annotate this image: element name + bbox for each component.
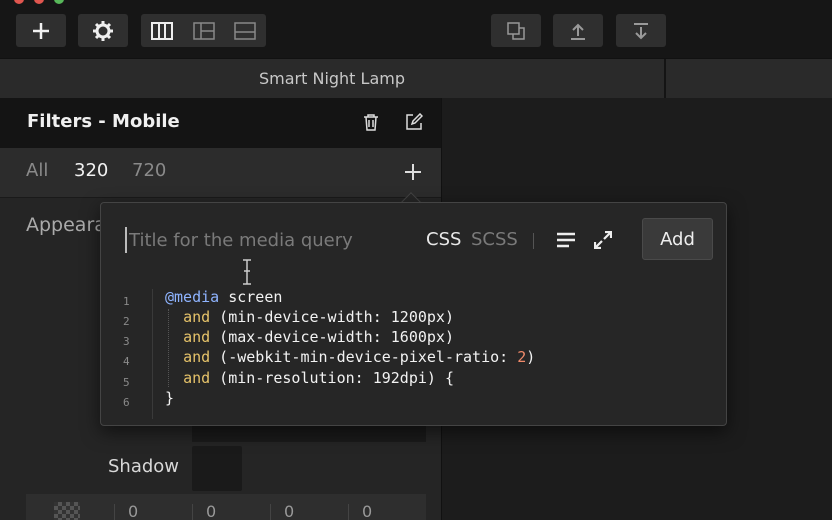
maximize-window-button[interactable]	[54, 0, 64, 4]
code-line: and (min-resolution: 192dpi) {	[165, 368, 454, 388]
divider	[270, 504, 271, 520]
text-cursor-icon	[243, 259, 251, 285]
upload-button[interactable]	[553, 14, 603, 47]
at-rule-keyword: @media	[165, 288, 220, 306]
document-tab-bar: Smart Night Lamp	[0, 58, 832, 99]
code-line: @media screen	[165, 287, 282, 307]
shadow-label: Shadow	[108, 456, 180, 477]
add-button[interactable]	[16, 14, 66, 47]
line-number: 6	[123, 396, 130, 409]
code-text: (min-device-width: 1200px)	[210, 308, 454, 326]
edit-icon	[406, 113, 423, 130]
columns-layout-icon	[150, 21, 173, 40]
code-line: and (max-device-width: 1600px)	[165, 327, 454, 347]
add-media-query-button[interactable]: Add	[642, 218, 713, 260]
plus-icon	[405, 164, 421, 180]
settings-button[interactable]	[78, 14, 128, 47]
edit-button[interactable]	[403, 111, 425, 133]
line-number-gutter: 1 2 3 4 5 6	[115, 289, 153, 419]
tab-divider	[664, 59, 666, 99]
divider	[348, 504, 349, 520]
divider	[533, 233, 534, 249]
shadow-y-value[interactable]: 0	[206, 502, 216, 520]
minimize-window-button[interactable]	[34, 0, 44, 4]
code-text: )	[526, 348, 536, 366]
shadow-color-swatch[interactable]	[192, 446, 242, 491]
and-keyword: and	[183, 308, 211, 326]
line-number: 1	[123, 295, 130, 308]
format-button[interactable]	[555, 229, 577, 251]
css-toggle[interactable]: CSS	[426, 229, 461, 250]
trash-icon	[364, 114, 378, 131]
expand-button[interactable]	[592, 229, 614, 251]
shadow-spread-value[interactable]: 0	[362, 502, 372, 520]
line-number: 3	[123, 335, 130, 348]
breakpoint-tabs: All 320 720	[0, 148, 441, 198]
and-keyword: and	[183, 328, 211, 346]
code-text: (-webkit-min-device-pixel-ratio:	[210, 348, 518, 366]
panel-header: Filters - Mobile	[0, 98, 441, 148]
line-number: 2	[123, 315, 130, 328]
split-layout-button[interactable]	[224, 14, 266, 47]
align-lines-icon	[557, 232, 575, 248]
scss-toggle[interactable]: SCSS	[471, 229, 518, 250]
line-number: 4	[123, 355, 130, 368]
document-title-tab[interactable]: Smart Night Lamp	[0, 59, 664, 99]
plus-icon	[33, 22, 49, 39]
transparency-swatch[interactable]	[54, 502, 80, 520]
media-query-title-input[interactable]	[125, 227, 405, 253]
appearance-section-label: Appeara	[26, 214, 106, 236]
columns-layout-button[interactable]	[141, 14, 183, 47]
and-keyword: and	[183, 348, 211, 366]
split-layout-icon	[234, 21, 256, 40]
sidebar-layout-button[interactable]	[183, 14, 225, 47]
code-line: and (min-device-width: 1200px)	[165, 307, 454, 327]
divider	[192, 504, 193, 520]
code-line: and (-webkit-min-device-pixel-ratio: 2)	[165, 347, 535, 367]
top-toolbar	[0, 0, 832, 58]
shadow-x-value[interactable]: 0	[128, 502, 138, 520]
and-keyword: and	[183, 369, 211, 387]
tab-all[interactable]: All	[26, 148, 48, 196]
add-breakpoint-button[interactable]	[402, 161, 424, 183]
code-text: (max-device-width: 1600px)	[210, 328, 454, 346]
sidebar-layout-icon	[192, 21, 215, 40]
expand-icon	[594, 231, 612, 249]
download-button[interactable]	[616, 14, 666, 47]
duplicate-button[interactable]	[491, 14, 541, 47]
tab-320[interactable]: 320	[74, 148, 108, 196]
download-icon	[634, 22, 648, 39]
close-window-button[interactable]	[14, 0, 24, 4]
media-query-popover: CSS SCSS Add 1 2 3 4 5 6 @media screen a…	[100, 202, 727, 426]
divider	[114, 504, 115, 520]
upload-icon	[571, 23, 585, 40]
tab-720[interactable]: 720	[132, 148, 166, 196]
line-number: 5	[123, 376, 130, 389]
code-text: (min-resolution: 192dpi) {	[210, 369, 454, 387]
panel-title: Filters - Mobile	[27, 111, 180, 132]
gear-icon	[93, 20, 113, 41]
duplicate-icon	[507, 21, 525, 40]
code-line: }	[165, 389, 175, 407]
delete-button[interactable]	[360, 111, 382, 133]
code-text: screen	[219, 288, 283, 306]
layout-toggle-group	[141, 14, 266, 47]
shadow-blur-value[interactable]: 0	[284, 502, 294, 520]
shadow-values-row: 0 0 0 0	[26, 494, 426, 520]
code-editor[interactable]: 1 2 3 4 5 6 @media screen and (min-devic…	[115, 287, 675, 419]
code-number: 2	[517, 348, 527, 366]
